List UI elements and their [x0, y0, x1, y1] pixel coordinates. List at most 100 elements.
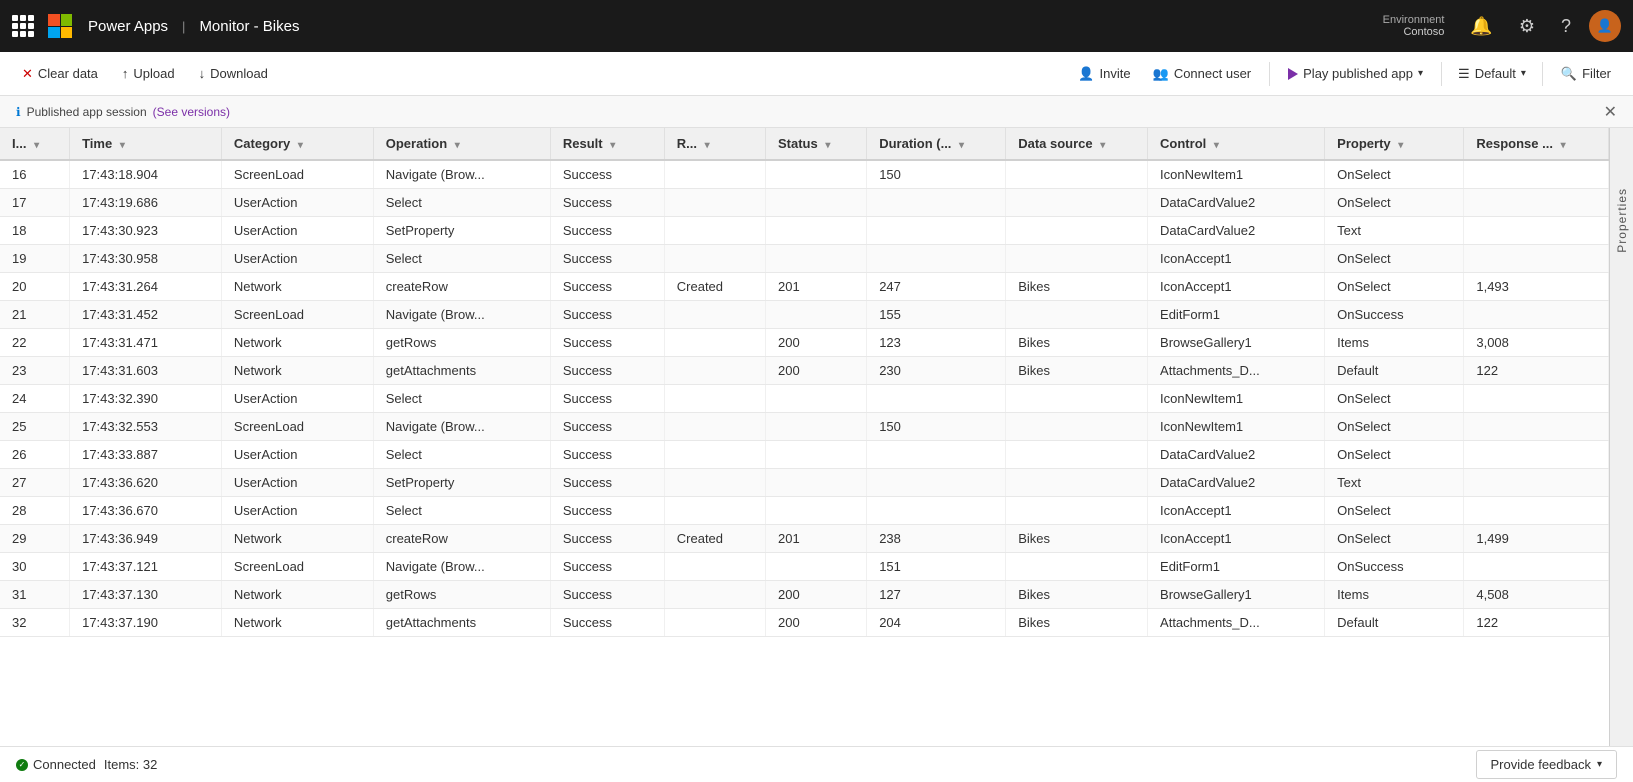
waffle-icon[interactable] — [12, 15, 34, 37]
nav-section: Monitor - Bikes — [199, 18, 299, 35]
col-header-status[interactable]: Status ▾ — [765, 128, 866, 160]
cell-duration — [867, 189, 1006, 217]
col-header-duration[interactable]: Duration (... ▾ — [867, 128, 1006, 160]
cell-result: Success — [550, 357, 664, 385]
default-dropdown-button[interactable]: ☰ Default ▾ — [1450, 61, 1534, 87]
col-header-category[interactable]: Category ▾ — [221, 128, 373, 160]
col-header-r[interactable]: R... ▾ — [664, 128, 765, 160]
cell-r — [664, 497, 765, 525]
cell-id: 18 — [0, 217, 70, 245]
cell-r — [664, 385, 765, 413]
cell-datasource: Bikes — [1006, 357, 1148, 385]
cell-property: OnSuccess — [1325, 553, 1464, 581]
cell-result: Success — [550, 301, 664, 329]
upload-button[interactable]: ↑ Upload — [112, 61, 185, 86]
col-result-label: Result — [563, 136, 603, 151]
cell-datasource — [1006, 160, 1148, 189]
cell-operation: getAttachments — [373, 357, 550, 385]
connect-user-icon: 👥 — [1153, 66, 1169, 82]
col-category-label: Category — [234, 136, 290, 151]
col-header-operation[interactable]: Operation ▾ — [373, 128, 550, 160]
col-header-id[interactable]: I... ▾ — [0, 128, 70, 160]
nav-separator: | — [182, 19, 185, 34]
table-row[interactable]: 3217:43:37.190NetworkgetAttachmentsSucce… — [0, 609, 1609, 637]
invite-icon: 👤 — [1078, 66, 1094, 82]
table-row[interactable]: 2617:43:33.887UserActionSelectSuccessDat… — [0, 441, 1609, 469]
cell-control: IconNewItem1 — [1148, 160, 1325, 189]
avatar[interactable]: 👤 — [1589, 10, 1621, 42]
cell-control: BrowseGallery1 — [1148, 329, 1325, 357]
col-header-property[interactable]: Property ▾ — [1325, 128, 1464, 160]
cell-id: 30 — [0, 553, 70, 581]
cell-datasource — [1006, 441, 1148, 469]
cell-r — [664, 553, 765, 581]
col-duration-label: Duration (... — [879, 136, 951, 151]
cell-time: 17:43:32.390 — [70, 385, 222, 413]
cell-duration: 204 — [867, 609, 1006, 637]
table-row[interactable]: 1617:43:18.904ScreenLoadNavigate (Brow..… — [0, 160, 1609, 189]
table-row[interactable]: 3017:43:37.121ScreenLoadNavigate (Brow..… — [0, 553, 1609, 581]
environment-selector[interactable]: Environment Contoso — [1383, 14, 1445, 38]
cell-status — [765, 217, 866, 245]
cell-response: 1,499 — [1464, 525, 1609, 553]
cell-property: Default — [1325, 609, 1464, 637]
table-row[interactable]: 2117:43:31.452ScreenLoadNavigate (Brow..… — [0, 301, 1609, 329]
filter-button[interactable]: 🔍 Filter — [1551, 61, 1621, 87]
notification-bell-button[interactable]: 🔔 — [1462, 12, 1500, 41]
see-versions-link[interactable]: (See versions) — [153, 105, 230, 119]
connect-user-button[interactable]: 👥 Connect user — [1143, 61, 1262, 87]
col-header-control[interactable]: Control ▾ — [1148, 128, 1325, 160]
table-row[interactable]: 2817:43:36.670UserActionSelectSuccessIco… — [0, 497, 1609, 525]
cell-control: DataCardValue2 — [1148, 441, 1325, 469]
table-row[interactable]: 2417:43:32.390UserActionSelectSuccessIco… — [0, 385, 1609, 413]
info-close-button[interactable]: ✕ — [1604, 102, 1617, 122]
cell-operation: getRows — [373, 329, 550, 357]
clear-data-button[interactable]: ✕ Clear data — [12, 61, 108, 87]
table-container[interactable]: I... ▾ Time ▾ Category ▾ Operation ▾ — [0, 128, 1609, 746]
cell-property: Items — [1325, 329, 1464, 357]
table-row[interactable]: 1917:43:30.958UserActionSelectSuccessIco… — [0, 245, 1609, 273]
col-header-response[interactable]: Response ... ▾ — [1464, 128, 1609, 160]
cell-control: EditForm1 — [1148, 553, 1325, 581]
cell-result: Success — [550, 469, 664, 497]
table-row[interactable]: 2517:43:32.553ScreenLoadNavigate (Brow..… — [0, 413, 1609, 441]
cell-category: UserAction — [221, 189, 373, 217]
settings-gear-button[interactable]: ⚙ — [1511, 12, 1543, 41]
cell-response: 3,008 — [1464, 329, 1609, 357]
table-row[interactable]: 2917:43:36.949NetworkcreateRowSuccessCre… — [0, 525, 1609, 553]
play-icon — [1288, 68, 1298, 80]
col-header-datasource[interactable]: Data source ▾ — [1006, 128, 1148, 160]
cell-status: 200 — [765, 357, 866, 385]
table-row[interactable]: 1817:43:30.923UserActionSetPropertySucce… — [0, 217, 1609, 245]
download-button[interactable]: ↓ Download — [189, 61, 278, 86]
cell-response — [1464, 469, 1609, 497]
col-header-time[interactable]: Time ▾ — [70, 128, 222, 160]
table-row[interactable]: 3117:43:37.130NetworkgetRowsSuccess20012… — [0, 581, 1609, 609]
table-row[interactable]: 2217:43:31.471NetworkgetRowsSuccess20012… — [0, 329, 1609, 357]
upload-label: Upload — [133, 66, 174, 81]
cell-duration: 230 — [867, 357, 1006, 385]
top-nav: Power Apps | Monitor - Bikes Environment… — [0, 0, 1633, 52]
cell-response — [1464, 217, 1609, 245]
play-published-app-button[interactable]: Play published app ▾ — [1278, 61, 1433, 86]
table-row[interactable]: 2017:43:31.264NetworkcreateRowSuccessCre… — [0, 273, 1609, 301]
cell-category: UserAction — [221, 497, 373, 525]
cell-response: 4,508 — [1464, 581, 1609, 609]
cell-result: Success — [550, 245, 664, 273]
cell-datasource — [1006, 553, 1148, 581]
table-row[interactable]: 2317:43:31.603NetworkgetAttachmentsSucce… — [0, 357, 1609, 385]
help-button[interactable]: ? — [1553, 12, 1579, 41]
sort-control-icon: ▾ — [1214, 140, 1219, 151]
cell-duration: 151 — [867, 553, 1006, 581]
table-row[interactable]: 2717:43:36.620UserActionSetPropertySucce… — [0, 469, 1609, 497]
upload-icon: ↑ — [122, 66, 129, 81]
table-row[interactable]: 1717:43:19.686UserActionSelectSuccessDat… — [0, 189, 1609, 217]
cell-id: 19 — [0, 245, 70, 273]
provide-feedback-button[interactable]: Provide feedback ▾ — [1476, 750, 1617, 779]
properties-panel[interactable]: Properties — [1609, 128, 1633, 746]
col-header-result[interactable]: Result ▾ — [550, 128, 664, 160]
invite-button[interactable]: 👤 Invite — [1068, 61, 1140, 87]
connected-label: Connected — [33, 757, 96, 772]
sort-property-icon: ▾ — [1398, 140, 1403, 151]
cell-operation: Navigate (Brow... — [373, 160, 550, 189]
